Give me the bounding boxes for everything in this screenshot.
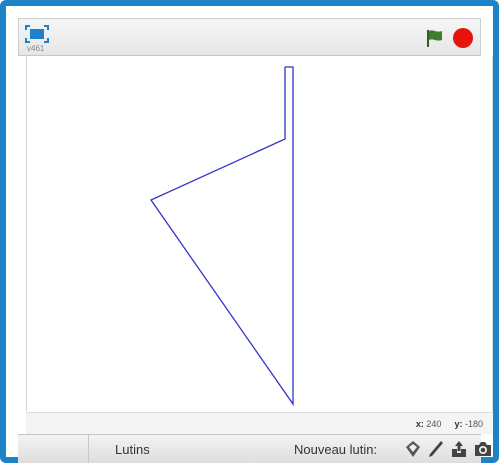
divider — [88, 435, 89, 463]
coordinate-bar: x: 240 y: -180 — [26, 412, 493, 434]
y-value: -180 — [464, 419, 483, 429]
stage-toolbar: v461 — [18, 18, 481, 56]
stop-button[interactable] — [452, 27, 474, 49]
green-flag-button[interactable] — [424, 27, 446, 49]
x-value: 240 — [426, 419, 442, 429]
sprites-label: Lutins — [115, 442, 150, 457]
version-label: v461 — [27, 44, 45, 53]
green-flag-icon — [427, 30, 442, 47]
mouse-coordinates: x: 240 y: -180 — [416, 419, 483, 429]
stage-canvas[interactable] — [26, 56, 493, 411]
choose-sprite-from-library-icon — [406, 441, 420, 457]
fullscreen-button[interactable] — [25, 25, 49, 43]
pen-trail — [150, 66, 294, 407]
upload-sprite-icon — [452, 441, 466, 457]
upload-sprite-button[interactable] — [449, 439, 469, 459]
pen-drawing — [150, 66, 294, 407]
sprite-bar: Lutins Nouveau lutin: — [18, 434, 491, 463]
y-label: y: — [454, 419, 463, 429]
new-sprite-label: Nouveau lutin: — [294, 442, 378, 457]
camera-icon — [475, 442, 491, 456]
choose-sprite-from-library-button[interactable] — [403, 439, 423, 459]
scratch-stage-window: v461 x: 240 y: -180 Lutins Nouveau lutin… — [0, 0, 499, 463]
stop-icon — [453, 28, 473, 48]
x-label: x: — [415, 419, 424, 429]
paint-new-sprite-icon — [429, 441, 443, 457]
camera-button[interactable] — [473, 439, 493, 459]
fullscreen-icon — [25, 25, 49, 43]
paint-new-sprite-button[interactable] — [426, 439, 446, 459]
